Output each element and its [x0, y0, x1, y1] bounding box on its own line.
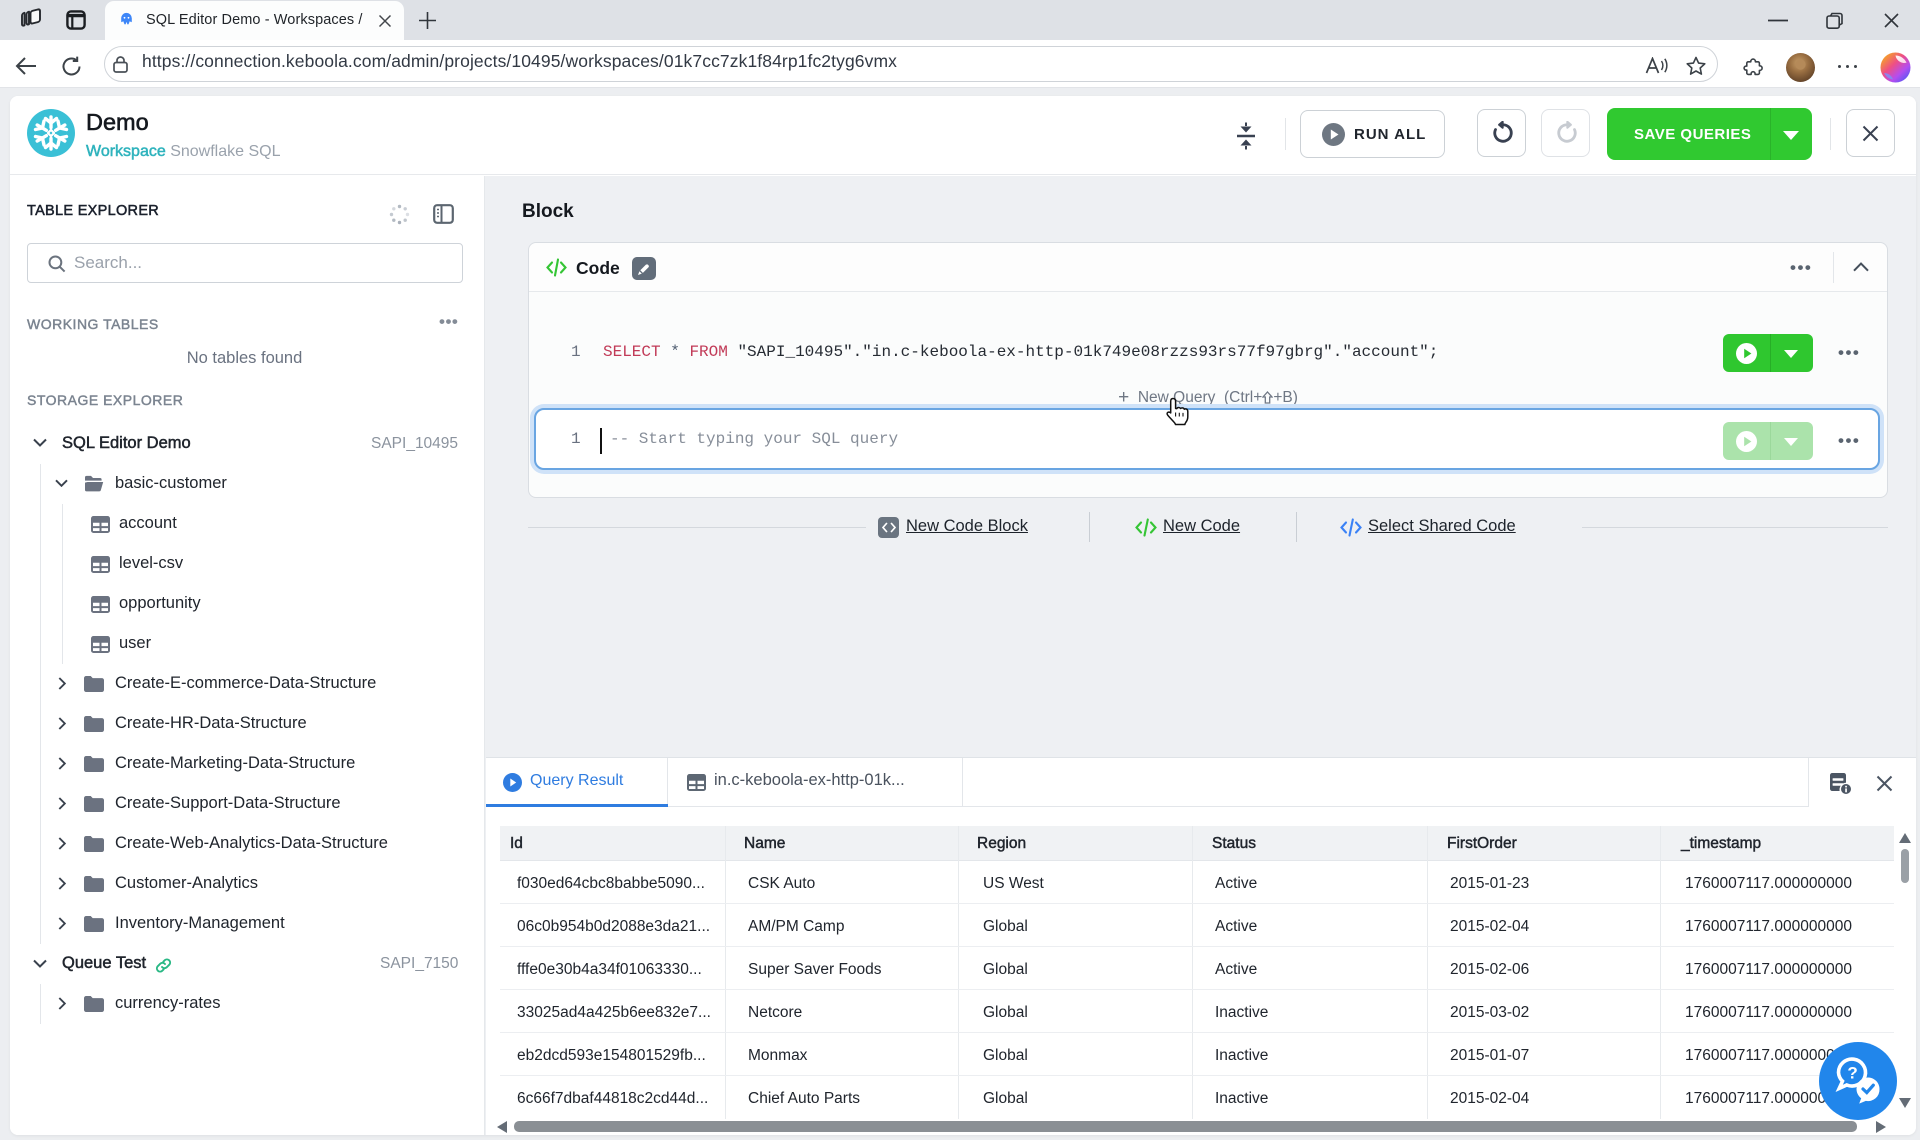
- svg-text:?: ?: [1847, 1064, 1857, 1083]
